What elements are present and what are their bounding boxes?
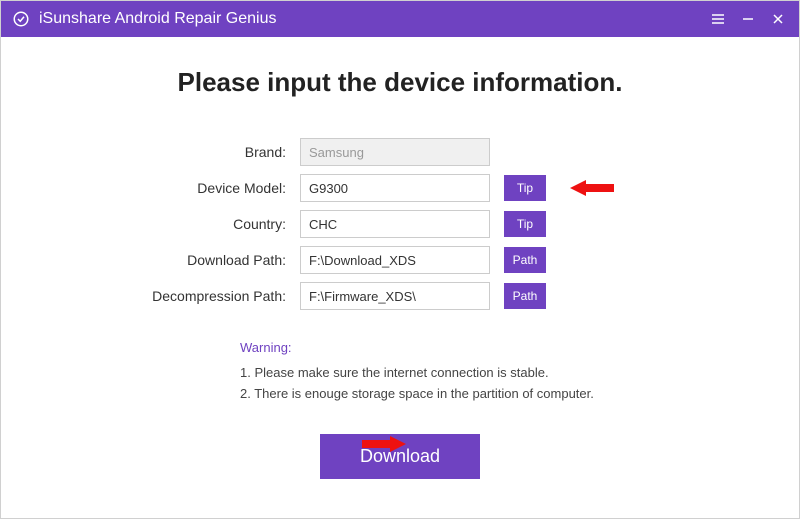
row-brand: Brand: xyxy=(120,138,680,166)
input-model[interactable] xyxy=(300,174,490,202)
path-button-decompression[interactable]: Path xyxy=(504,283,546,309)
input-decompression-path[interactable] xyxy=(300,282,490,310)
input-country[interactable] xyxy=(300,210,490,238)
app-title: iSunshare Android Repair Genius xyxy=(39,10,276,28)
row-country: Country: Tip xyxy=(120,210,680,238)
label-decompression-path: Decompression Path: xyxy=(120,288,300,304)
warning-line-1: 1. Please make sure the internet connect… xyxy=(240,363,680,384)
close-button[interactable] xyxy=(763,1,793,37)
annotation-arrow-icon xyxy=(362,434,406,454)
annotation-arrow-icon xyxy=(570,178,614,198)
tip-button-country[interactable]: Tip xyxy=(504,211,546,237)
main-content: Please input the device information. Bra… xyxy=(1,37,799,499)
warning-line-2: 2. There is enouge storage space in the … xyxy=(240,384,680,405)
path-button-download[interactable]: Path xyxy=(504,247,546,273)
warning-title: Warning: xyxy=(240,338,680,359)
device-form: Brand: Device Model: Tip Country: Tip Do… xyxy=(120,138,680,479)
download-row: Download xyxy=(120,434,680,479)
row-model: Device Model: Tip xyxy=(120,174,680,202)
label-download-path: Download Path: xyxy=(120,252,300,268)
titlebar: iSunshare Android Repair Genius xyxy=(1,1,799,37)
label-model: Device Model: xyxy=(120,180,300,196)
menu-button[interactable] xyxy=(703,1,733,37)
label-brand: Brand: xyxy=(120,144,300,160)
warning-block: Warning: 1. Please make sure the interne… xyxy=(240,338,680,404)
page-heading: Please input the device information. xyxy=(51,67,749,98)
input-download-path[interactable] xyxy=(300,246,490,274)
app-icon xyxy=(11,9,31,29)
tip-button-model[interactable]: Tip xyxy=(504,175,546,201)
row-download-path: Download Path: Path xyxy=(120,246,680,274)
row-decompression-path: Decompression Path: Path xyxy=(120,282,680,310)
input-brand xyxy=(300,138,490,166)
minimize-button[interactable] xyxy=(733,1,763,37)
label-country: Country: xyxy=(120,216,300,232)
